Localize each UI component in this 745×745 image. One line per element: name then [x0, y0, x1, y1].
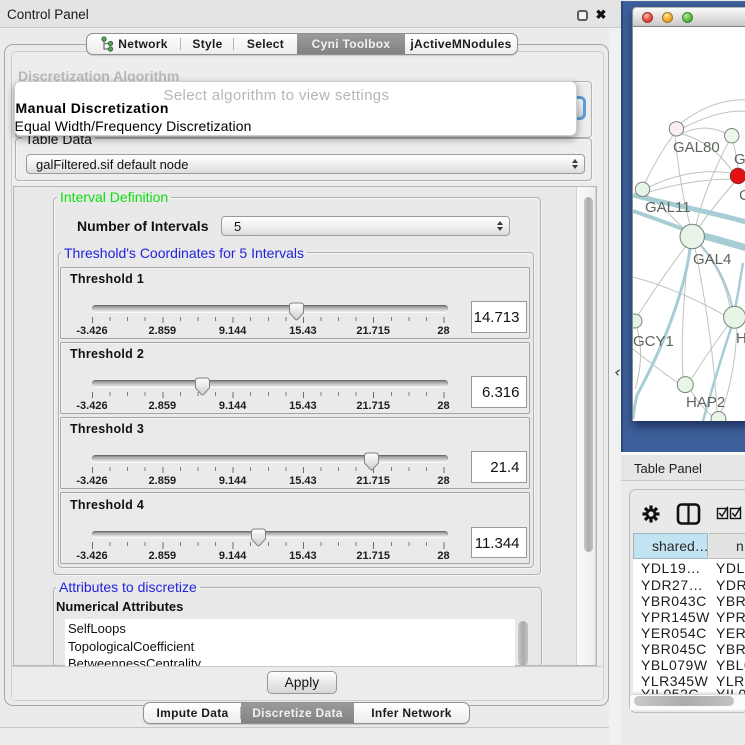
svg-text:GAL4: GAL4: [693, 251, 731, 268]
svg-text:GAL80: GAL80: [673, 139, 720, 156]
svg-text:GCY1: GCY1: [633, 333, 674, 350]
svg-text:H: H: [736, 330, 745, 347]
svg-text:HAP2: HAP2: [686, 394, 725, 411]
svg-text:C: C: [739, 187, 745, 204]
svg-text:G.: G.: [734, 151, 745, 168]
svg-text:GAL11: GAL11: [645, 199, 691, 216]
